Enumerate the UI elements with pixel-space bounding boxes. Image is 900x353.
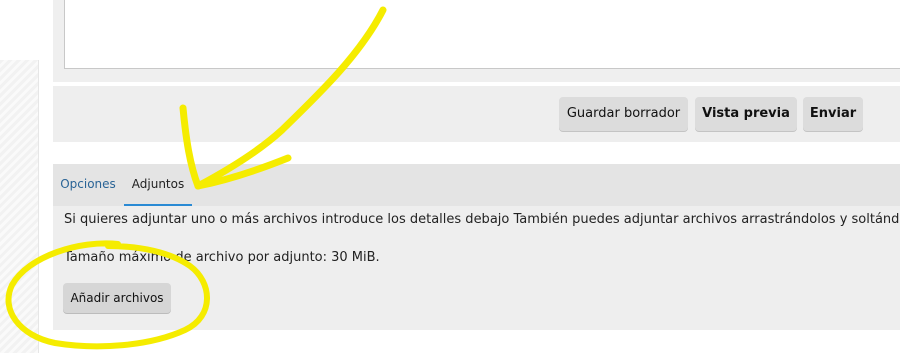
preview-button[interactable]: Vista previa	[695, 97, 797, 131]
max-file-size-text: Tamaño máximo de archivo por adjunto: 30…	[64, 250, 380, 265]
send-button[interactable]: Enviar	[803, 97, 863, 131]
gutter-divider	[38, 60, 39, 353]
message-textarea[interactable]	[64, 0, 900, 69]
left-gutter	[0, 60, 38, 353]
tab-options[interactable]: Opciones	[54, 164, 122, 206]
add-files-button[interactable]: Añadir archivos	[63, 283, 171, 313]
save-draft-button[interactable]: Guardar borrador	[559, 97, 688, 131]
tab-attachments[interactable]: Adjuntos	[124, 164, 192, 206]
attachments-info-text: Si quieres adjuntar uno o más archivos i…	[64, 212, 900, 227]
